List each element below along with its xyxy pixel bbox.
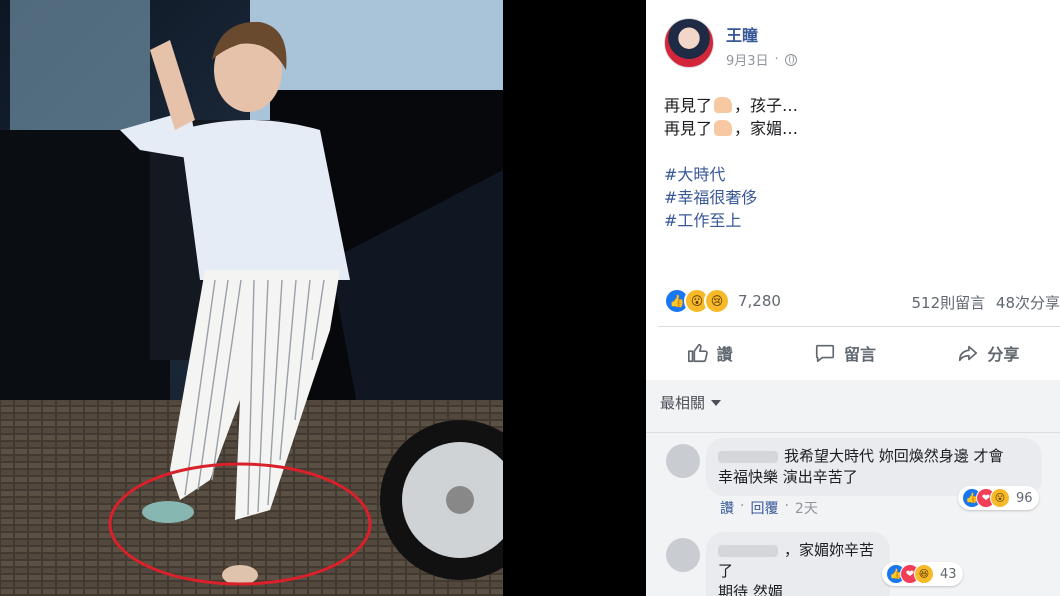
waving-hand-icon: [714, 120, 733, 136]
comments-section: 最相關 我希望大時代 妳回煥然身邊 才會 幸福快樂 演出辛苦了 👍 ❤ 😮 96…: [646, 380, 1060, 596]
post-text: 再見了 ，孩子… 再見了 ，家媚…: [664, 94, 798, 140]
author-avatar[interactable]: [664, 18, 714, 68]
comment-time[interactable]: 2天: [795, 498, 818, 518]
post-panel: 王瞳 9月3日 · 再見了 ，孩子… 再見了 ，家媚… #大時代 #幸福很奢侈 #工…: [646, 0, 1060, 596]
comment-reactions[interactable]: 👍 ❤ 😆 43: [882, 562, 963, 586]
commenter-name[interactable]: [718, 450, 778, 463]
reaction-summary[interactable]: 👍 😮 😢 7,280: [664, 288, 781, 314]
post-meta: 9月3日 ·: [726, 50, 797, 69]
haha-reaction-icon: 😆: [914, 564, 934, 584]
comment-like-link[interactable]: 讚: [720, 498, 734, 518]
comment-reactions[interactable]: 👍 ❤ 😮 96: [958, 486, 1039, 510]
hashtag-link[interactable]: #大時代: [664, 163, 757, 186]
reaction-count: 7,280: [738, 292, 781, 310]
post-date[interactable]: 9月3日: [726, 50, 769, 69]
black-gutter: [503, 0, 646, 596]
caret-down-icon: [711, 399, 722, 406]
post-actions: 讚 留言 分享: [646, 336, 1060, 370]
thumbs-up-icon: [687, 343, 708, 363]
post-stats: 512則留言 48次分享: [905, 292, 1060, 313]
comment-bubble: ，家媚妳辛苦了 期待 然媚: [706, 532, 890, 596]
post-line-2: 再見了 ，家媚…: [664, 119, 799, 138]
commenter-avatar[interactable]: [666, 538, 700, 572]
divider: [646, 432, 1060, 433]
share-button[interactable]: 分享: [957, 341, 1019, 365]
globe-icon: [784, 53, 797, 66]
comments-count[interactable]: 512則留言: [911, 294, 985, 312]
share-arrow-icon: [959, 345, 978, 362]
photo-illustration: [0, 0, 503, 596]
hashtag-list: #大時代 #幸福很奢侈 #工作至上: [664, 163, 757, 232]
comment-actions: 讚 · 回覆 · 2天: [720, 498, 818, 518]
shares-count[interactable]: 48次分享: [996, 294, 1060, 312]
comment-sort-dropdown[interactable]: 最相關: [660, 392, 722, 413]
post-line-1: 再見了 ，孩子…: [664, 96, 799, 115]
waving-hand-icon: [714, 97, 733, 113]
speech-bubble-icon: [815, 344, 835, 363]
commenter-avatar[interactable]: [666, 444, 700, 478]
wow-reaction-icon: 😮: [990, 488, 1010, 508]
hashtag-link[interactable]: #工作至上: [664, 209, 757, 232]
author-name[interactable]: 王瞳: [726, 22, 758, 46]
divider: [658, 326, 1060, 327]
commenter-name[interactable]: [718, 544, 778, 557]
hashtag-link[interactable]: #幸福很奢侈: [664, 186, 757, 209]
like-button[interactable]: 讚: [687, 341, 733, 365]
sad-reaction-icon: 😢: [704, 288, 730, 314]
post-photo[interactable]: [0, 0, 503, 596]
comment-button[interactable]: 留言: [814, 341, 876, 365]
comment-reply-link[interactable]: 回覆: [750, 498, 778, 518]
